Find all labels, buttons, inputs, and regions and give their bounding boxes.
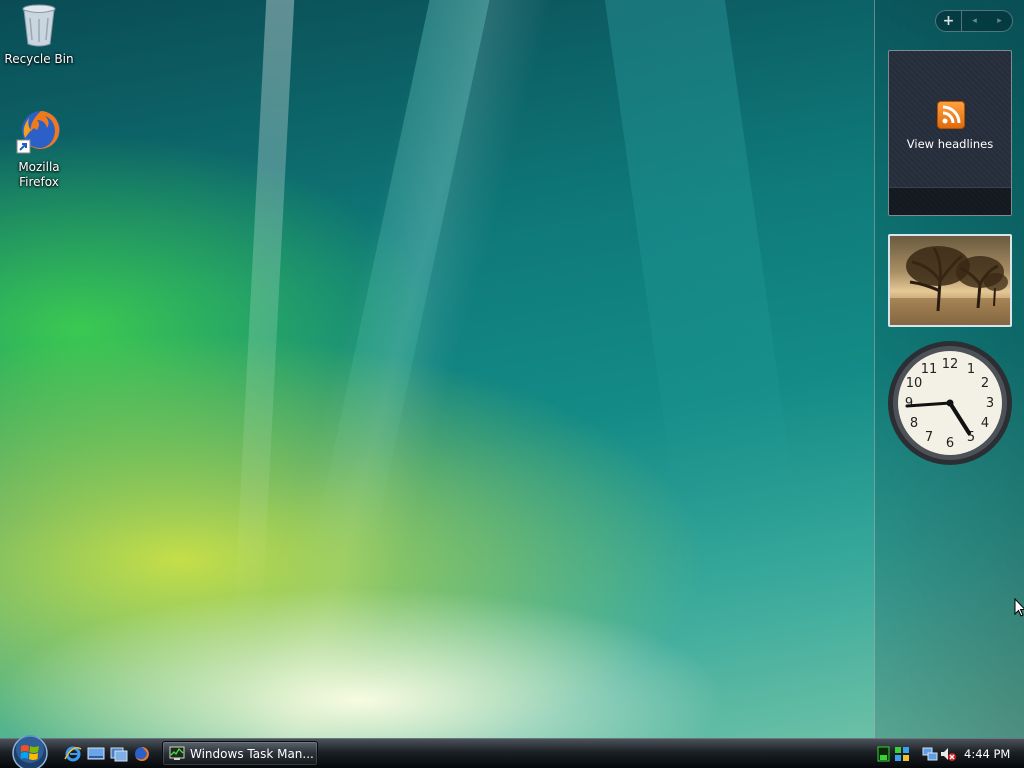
taskbar-button-label: Windows Task Man... <box>190 747 314 761</box>
clock-numeral: 1 <box>967 362 975 377</box>
show-desktop-icon[interactable] <box>87 746 105 762</box>
volume-muted-icon[interactable] <box>940 746 956 762</box>
taskbar-button-task-manager[interactable]: Windows Task Man... <box>162 741 318 766</box>
analog-clock-face: 12 1 2 3 4 5 6 7 8 9 10 11 <box>888 341 1012 465</box>
wallpaper-streak <box>233 0 295 620</box>
desktop-icon-recycle-bin[interactable]: Recycle Bin <box>1 2 77 67</box>
clock-numeral: 11 <box>921 362 938 377</box>
clock-numeral: 4 <box>981 416 989 431</box>
sidebar-controls: + ◂ ▸ <box>935 10 1013 32</box>
clock-numeral: 3 <box>986 396 994 411</box>
view-headlines-link[interactable]: View headlines <box>889 137 1011 151</box>
cpu-meter-icon[interactable] <box>876 746 892 762</box>
recycle-bin-icon <box>22 4 56 47</box>
wallpaper-streak <box>604 0 796 500</box>
add-gadget-button[interactable]: + <box>936 11 962 31</box>
clock-numeral: 6 <box>946 436 954 451</box>
clock-numeral: 7 <box>925 430 933 445</box>
slideshow-photo <box>890 246 1010 325</box>
clock-numeral: 9 <box>905 396 913 411</box>
feed-headlines-gadget[interactable]: View headlines <box>888 50 1012 216</box>
clock-numeral: 8 <box>910 416 918 431</box>
rss-icon <box>937 101 965 129</box>
feed-gadget-footer <box>889 187 1011 215</box>
windows-orb-icon <box>12 735 48 768</box>
clock-numeral: 2 <box>981 376 989 391</box>
recycle-bin-label: Recycle Bin <box>4 52 74 66</box>
firefox-icon[interactable] <box>133 746 151 762</box>
windows-sidebar: + ◂ ▸ View headlines 12 1 2 3 4 5 6 7 8 … <box>874 0 1024 738</box>
mouse-cursor-icon <box>1014 598 1024 617</box>
taskbar: Windows Task Man... 4:44 PM <box>0 735 1024 768</box>
notification-area: 4:44 PM <box>874 739 1024 768</box>
internet-explorer-icon[interactable] <box>64 746 82 762</box>
switch-windows-icon[interactable] <box>110 746 128 762</box>
firefox-icon <box>16 111 60 154</box>
next-gadget-page-button[interactable]: ▸ <box>987 11 1012 31</box>
status-icon[interactable] <box>894 746 910 762</box>
task-manager-icon <box>169 746 185 760</box>
slideshow-gadget[interactable] <box>888 234 1012 327</box>
wallpaper-streak <box>310 0 490 560</box>
clock-numeral: 10 <box>906 376 923 391</box>
clock-numeral: 12 <box>942 357 959 372</box>
desktop-icon-firefox[interactable]: Mozilla Firefox <box>1 108 77 190</box>
firefox-label: Mozilla Firefox <box>18 160 60 189</box>
prev-gadget-page-button[interactable]: ◂ <box>962 11 987 31</box>
clock-gadget[interactable]: 12 1 2 3 4 5 6 7 8 9 10 11 <box>887 340 1013 466</box>
network-icon[interactable] <box>922 746 938 762</box>
taskbar-clock[interactable]: 4:44 PM <box>964 747 1010 761</box>
start-button[interactable] <box>8 735 52 768</box>
